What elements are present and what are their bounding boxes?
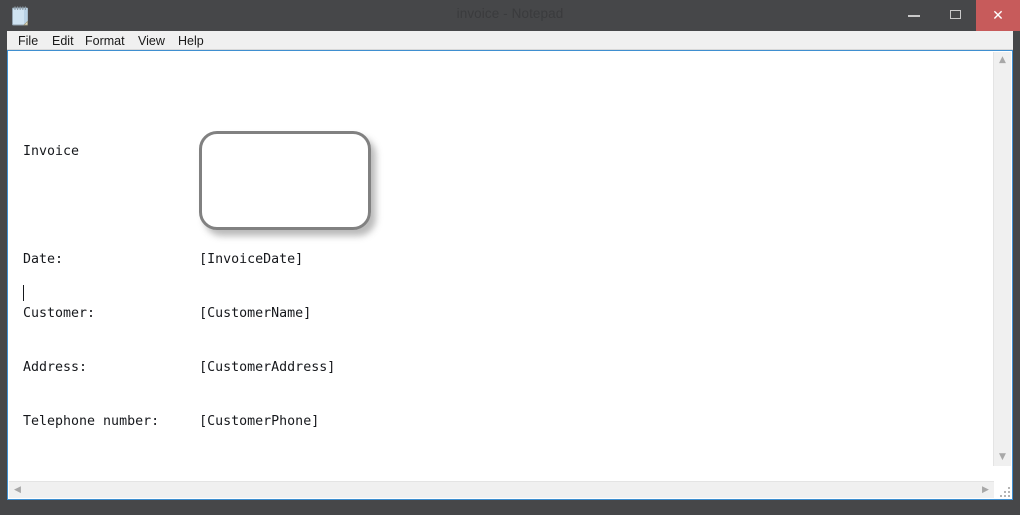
menu-item-file[interactable]: File <box>13 33 43 49</box>
menu-item-view[interactable]: View <box>133 33 170 49</box>
close-button[interactable]: ✕ <box>976 0 1020 31</box>
menu-item-format[interactable]: Format <box>80 33 130 49</box>
document-line: Date: [InvoiceDate] <box>23 252 304 267</box>
client-area: Invoice Date: [InvoiceDate] Customer: [C… <box>7 50 1013 500</box>
maximize-icon <box>950 10 961 19</box>
notepad-window: invoice - Notepad ✕ File Edit Format Vie… <box>0 0 1020 515</box>
document-line: Telephone number: [CustomerPhone] <box>23 414 320 429</box>
scroll-right-icon[interactable]: ▶ <box>977 482 994 499</box>
text-caret <box>23 285 24 301</box>
menu-bar: File Edit Format View Help <box>7 31 1013 50</box>
horizontal-scrollbar[interactable]: ◀ ▶ <box>9 481 994 498</box>
resize-grip-icon[interactable] <box>996 483 1010 497</box>
annotation-highlight-box <box>199 131 371 230</box>
maximize-button[interactable] <box>936 0 976 31</box>
minimize-button[interactable] <box>892 0 936 31</box>
text-editor[interactable]: Invoice Date: [InvoiceDate] Customer: [C… <box>9 52 994 483</box>
close-icon: ✕ <box>992 7 1004 23</box>
minimize-icon <box>908 15 920 17</box>
menu-item-edit[interactable]: Edit <box>47 33 79 49</box>
title-bar[interactable]: invoice - Notepad ✕ <box>0 0 1020 31</box>
window-title: invoice - Notepad <box>456 6 564 21</box>
scroll-up-icon[interactable]: ▲ <box>994 52 1011 69</box>
scroll-left-icon[interactable]: ◀ <box>9 482 26 499</box>
scroll-down-icon[interactable]: ▼ <box>994 449 1011 466</box>
menu-item-help[interactable]: Help <box>173 33 209 49</box>
document-line: Address: [CustomerAddress] <box>23 360 336 375</box>
document-line: Customer: [CustomerName] <box>23 306 312 321</box>
vertical-scrollbar[interactable]: ▲ ▼ <box>993 52 1011 466</box>
